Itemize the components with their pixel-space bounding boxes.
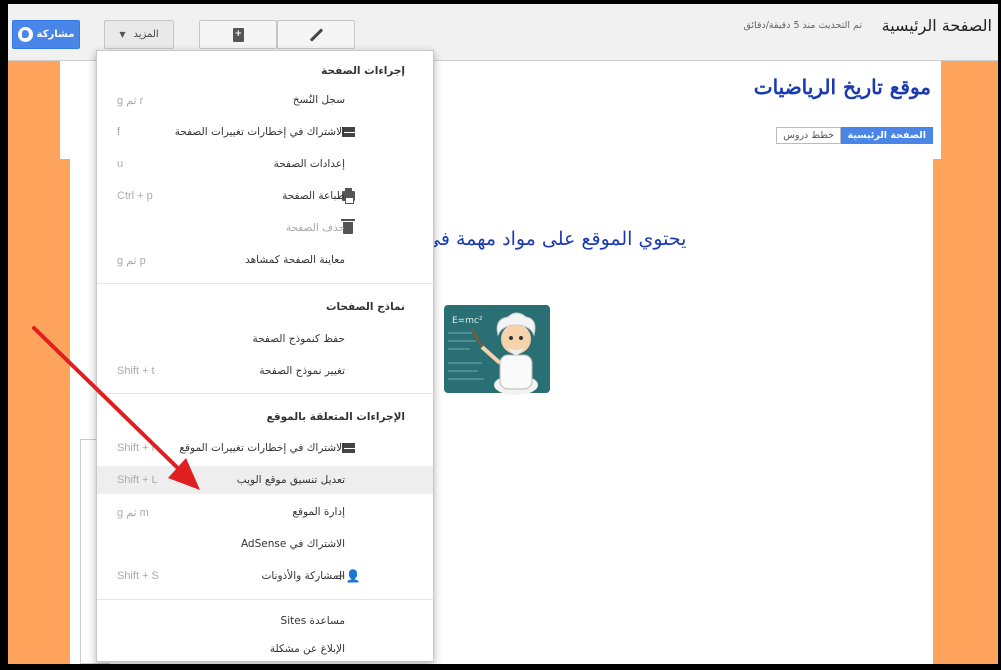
- menu-item-page-settings[interactable]: إعدادات الصفحة u: [97, 150, 433, 178]
- menu-divider: [97, 393, 433, 394]
- menu-heading-site-actions: الإجراءات المتعلقة بالموقع: [266, 411, 405, 423]
- menu-item-label: معاينة الصفحة كمشاهد: [245, 254, 345, 266]
- menu-divider: [97, 599, 433, 600]
- menu-item-edit-site-layout[interactable]: تعديل تنسيق موقع الويب Shift + L: [97, 466, 433, 494]
- menu-item-label: إعدادات الصفحة: [273, 158, 345, 170]
- menu-item-print-page[interactable]: طباعة الصفحة Ctrl + p: [97, 182, 433, 210]
- menu-item-manage-site[interactable]: إدارة الموقع g ثم m: [97, 498, 433, 526]
- menu-heading-page-actions: إجراءات الصفحة: [321, 65, 405, 77]
- menu-item-label: الاشتراك في إخطارات تغييرات الصفحة: [174, 126, 345, 138]
- new-page-icon: [232, 27, 244, 42]
- menu-heading-page-templates: نماذج الصفحات: [325, 301, 405, 313]
- menu-item-delete-page: حذف الصفحة: [97, 214, 433, 242]
- menu-item-shortcut: f: [117, 126, 121, 138]
- new-page-button[interactable]: [199, 20, 277, 49]
- more-label: المزيد: [133, 29, 159, 40]
- chevron-down-icon: ▼: [119, 30, 126, 39]
- menu-item-shortcut: g ثم p: [117, 254, 146, 267]
- site-title[interactable]: موقع تاريخ الرياضيات: [754, 75, 931, 99]
- menu-item-shortcut: g ثم m: [117, 506, 149, 519]
- menu-item-label: حفظ كنموذج الصفحة: [252, 333, 345, 345]
- menu-item-adsense[interactable]: الاشتراك في AdSense: [97, 530, 433, 558]
- menu-divider: [97, 283, 433, 284]
- pencil-icon: [309, 27, 323, 42]
- share-button[interactable]: مشاركة: [12, 20, 80, 49]
- menu-item-subscribe-page-changes[interactable]: الاشتراك في إخطارات تغييرات الصفحة f: [97, 118, 433, 146]
- menu-item-label: تعديل تنسيق موقع الويب: [236, 474, 345, 486]
- menu-item-label: سجل النُسخ: [292, 94, 345, 106]
- board-text: E=mc²: [452, 316, 483, 326]
- globe-icon: [17, 27, 33, 42]
- menu-item-revision-history[interactable]: سجل النُسخ g ثم r: [97, 86, 433, 114]
- menu-item-label: مساعدة Sites: [280, 615, 345, 627]
- menu-item-label: حذف الصفحة: [285, 222, 345, 234]
- menu-item-label: الإبلاغ عن مشكلة: [269, 643, 345, 655]
- menu-item-label: تغيير نموذج الصفحة: [259, 365, 345, 377]
- menu-item-shortcut: u: [117, 158, 124, 170]
- menu-item-report-issue[interactable]: الإبلاغ عن مشكلة: [97, 635, 433, 661]
- more-actions-menu: إجراءات الصفحة سجل النُسخ g ثم r الاشترا…: [96, 50, 434, 662]
- menu-item-label: الاشتراك في إخطارات تغييرات الموقع: [179, 442, 345, 454]
- menu-item-label: المشاركة والأذونات: [261, 570, 345, 582]
- menu-item-shortcut: Shift + t: [117, 365, 155, 377]
- nav-item-home[interactable]: الصفحة الرئيسية: [840, 127, 933, 144]
- menu-item-preview-as-viewer[interactable]: معاينة الصفحة كمشاهد g ثم p: [97, 246, 433, 274]
- menu-item-shortcut: Ctrl + p: [117, 190, 153, 202]
- content-text: يحتوي الموقع على مواد مهمة في: [425, 228, 687, 250]
- menu-item-label: طباعة الصفحة: [282, 190, 345, 202]
- professor-illustration: E=mc²: [444, 305, 550, 395]
- menu-item-change-template[interactable]: تغيير نموذج الصفحة Shift + t: [97, 357, 433, 385]
- menu-item-sites-help[interactable]: مساعدة Sites: [97, 607, 433, 635]
- menu-item-save-as-template[interactable]: حفظ كنموذج الصفحة: [97, 325, 433, 353]
- menu-item-subscribe-site-changes[interactable]: الاشتراك في إخطارات تغييرات الموقع Shift…: [97, 434, 433, 462]
- menu-item-shortcut: Shift + f: [117, 442, 155, 454]
- menu-item-sharing-permissions[interactable]: +👤 المشاركة والأذونات Shift + S: [97, 562, 433, 590]
- more-button[interactable]: المزيد ▼: [104, 20, 174, 49]
- menu-item-label: إدارة الموقع: [292, 506, 345, 518]
- page-title: الصفحة الرئيسية: [881, 16, 992, 35]
- menu-item-shortcut: Shift + L: [117, 474, 158, 486]
- menu-item-shortcut: g ثم r: [117, 94, 144, 107]
- menu-item-shortcut: Shift + S: [117, 570, 159, 582]
- nav-item-lessons[interactable]: خطط دروس: [776, 127, 841, 144]
- share-label: مشاركة: [36, 29, 75, 40]
- edit-page-button[interactable]: [277, 20, 355, 49]
- updated-note: تم التحديث منذ 5 دقيقة/دقائق: [743, 20, 862, 31]
- menu-item-label: الاشتراك في AdSense: [240, 538, 345, 550]
